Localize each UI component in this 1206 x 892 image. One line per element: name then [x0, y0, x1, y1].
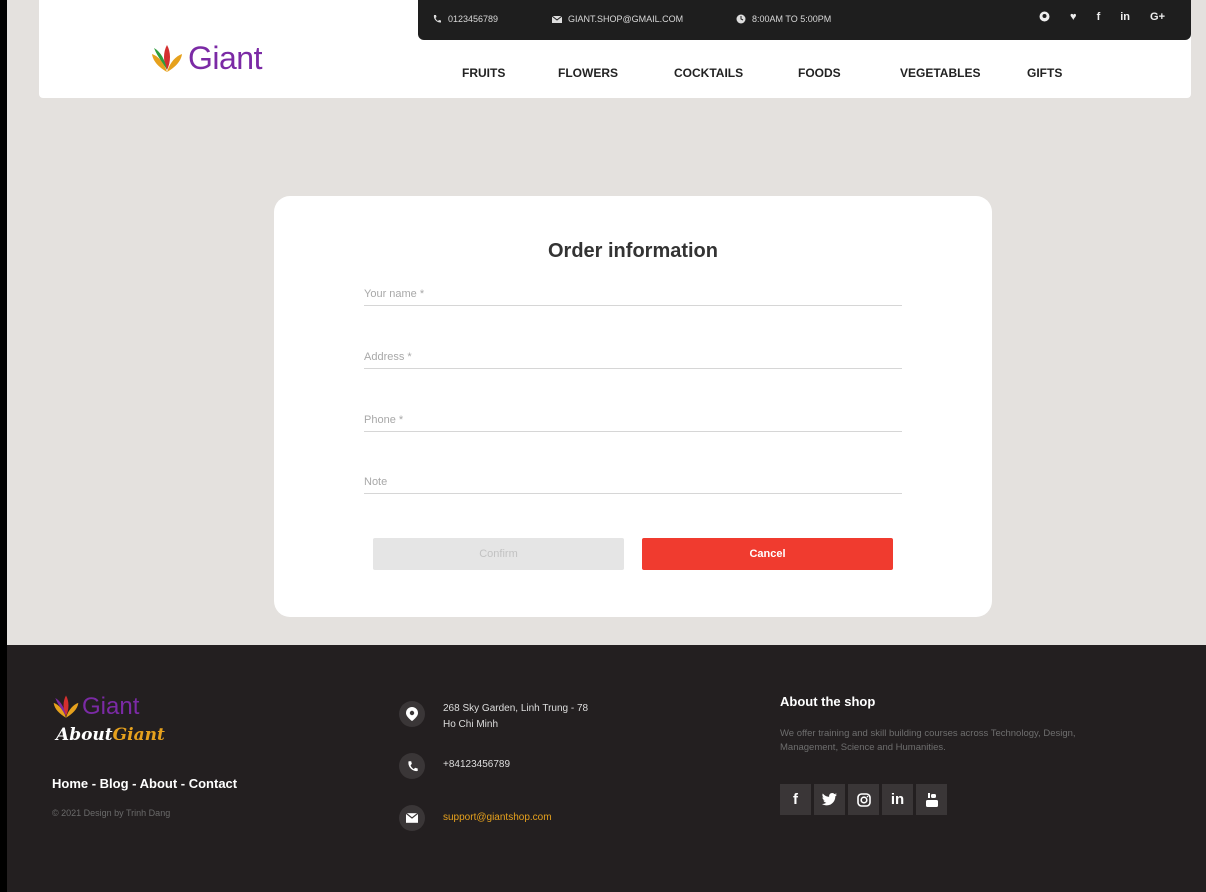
footer-socials: f in: [780, 784, 947, 815]
address-input[interactable]: [364, 347, 902, 367]
phone-icon: [433, 15, 441, 23]
page: Giant 0123456789 GIANT.SHOP@GMAIL.COM 8:…: [7, 0, 1206, 892]
topbar-hours: 8:00AM TO 5:00PM: [736, 14, 831, 24]
twitter-icon[interactable]: ♥: [1070, 11, 1077, 23]
note-input[interactable]: [364, 472, 902, 492]
footer-email: support@giantshop.com: [399, 805, 603, 831]
footer-phone-text[interactable]: +84123456789: [443, 753, 603, 773]
footer-address: 268 Sky Garden, Linh Trung - 78 Ho Chi M…: [399, 701, 603, 733]
phone-field-wrapper: [364, 410, 902, 432]
address-field-wrapper: [364, 347, 902, 369]
linkedin-icon[interactable]: in: [1120, 11, 1130, 23]
location-pin-icon: [399, 701, 425, 727]
phone-icon: [399, 753, 425, 779]
form-title: Order information: [547, 240, 718, 262]
footer-email-link[interactable]: support@giantshop.com: [443, 805, 603, 826]
logo-text: Giant: [188, 40, 262, 76]
topbar-email[interactable]: GIANT.SHOP@GMAIL.COM: [552, 14, 683, 24]
footer-shop-description: We offer training and skill building cou…: [780, 728, 1076, 753]
nav-item-gifts[interactable]: GIFTS: [1027, 66, 1062, 80]
footer-about-part1: About: [56, 725, 113, 745]
clock-icon: [736, 14, 746, 24]
nav-item-cocktails[interactable]: COCKTAILS: [674, 66, 743, 80]
instagram-icon[interactable]: [848, 784, 879, 815]
footer-about-part2: Giant: [112, 725, 165, 745]
name-field-wrapper: [364, 284, 902, 306]
footer-address-text: 268 Sky Garden, Linh Trung - 78 Ho Chi M…: [443, 703, 589, 730]
footer-copyright: © 2021 Design by Trinh Dang: [52, 808, 171, 818]
footer-phone: +84123456789: [399, 753, 603, 779]
footer-links[interactable]: Home - Blog - About - Contact: [52, 776, 237, 791]
cancel-button[interactable]: Cancel: [642, 538, 893, 570]
footer-logo-text: Giant: [82, 693, 140, 720]
topbar-hours-text: 8:00AM TO 5:00PM: [752, 14, 832, 24]
twitter-icon[interactable]: [814, 784, 845, 815]
site-logo[interactable]: Giant: [150, 40, 262, 77]
confirm-button[interactable]: Confirm: [373, 538, 624, 570]
topbar-phone-text: 0123456789: [448, 14, 499, 24]
topbar-socials: ♥ f in G+: [1039, 11, 1165, 23]
leaf-logo-icon: [152, 44, 182, 72]
facebook-icon[interactable]: f: [780, 784, 811, 815]
footer-logo[interactable]: Giant: [52, 693, 139, 721]
facebook-icon[interactable]: f: [1097, 11, 1101, 23]
order-form-card: Order information Confirm Cancel: [274, 196, 992, 617]
footer-about-heading: AboutGiant: [56, 725, 165, 745]
mail-icon: [552, 15, 562, 23]
topbar-phone[interactable]: 0123456789: [432, 14, 498, 24]
phone-input[interactable]: [364, 410, 902, 430]
nav-item-flowers[interactable]: FLOWERS: [558, 66, 618, 80]
linkedin-icon[interactable]: in: [882, 784, 913, 815]
github-icon[interactable]: [1039, 11, 1050, 22]
google-plus-icon[interactable]: G+: [1150, 11, 1165, 23]
mail-icon: [399, 805, 425, 831]
note-field-wrapper: [364, 472, 902, 494]
leaf-logo-icon: [53, 695, 79, 718]
site-header: Giant 0123456789 GIANT.SHOP@GMAIL.COM 8:…: [39, 0, 1191, 98]
nav-item-fruits[interactable]: FRUITS: [462, 66, 505, 80]
top-info-bar: 0123456789 GIANT.SHOP@GMAIL.COM 8:00AM T…: [418, 0, 1191, 40]
topbar-email-text: GIANT.SHOP@GMAIL.COM: [568, 14, 684, 24]
footer-shop-title: About the shop: [780, 694, 876, 709]
site-footer: Giant AboutGiant Home - Blog - About - C…: [7, 645, 1206, 892]
nav-item-foods[interactable]: FOODS: [798, 66, 841, 80]
youtube-icon[interactable]: [916, 784, 947, 815]
nav-item-vegetables[interactable]: VEGETABLES: [900, 66, 980, 80]
name-input[interactable]: [364, 284, 902, 304]
